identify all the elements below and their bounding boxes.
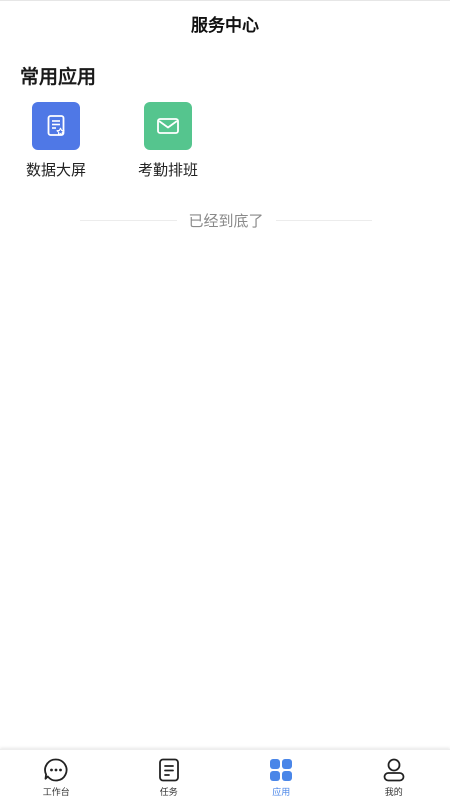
tab-label-apps: 应用 [272,788,291,798]
section-title: 常用应用 [20,66,97,88]
app-item-attendance[interactable]: 考勤排班 [118,102,218,180]
header: 服务中心 [0,0,450,46]
tab-apps[interactable]: 应用 [225,750,338,800]
tab-label-me: 我的 [384,788,403,798]
tab-me[interactable]: 我的 [338,750,450,800]
app-grid: 数据大屏 考勤排班 [0,102,450,182]
tab-workbench[interactable]: 工作台 [0,750,113,800]
tab-tasks[interactable]: 任务 [113,750,226,800]
divider-line-left [80,219,177,221]
end-of-list-divider: 已经到底了 [80,208,373,232]
data-screen-icon [32,102,80,150]
divider-line-right [275,219,373,221]
service-center-page: 服务中心 常用应用 数据大屏 考勤排班 已经到底了 工作台 任务 应用 我的 [0,0,450,800]
app-label-attendance: 考勤排班 [137,161,198,179]
app-label-data-screen: 数据大屏 [25,161,86,179]
app-grid-icon [268,757,294,783]
end-of-list-text: 已经到底了 [188,211,264,230]
page-title: 服务中心 [191,15,259,36]
mail-icon [144,102,192,150]
bottom-tab-bar: 工作台 任务 应用 我的 [0,749,450,800]
app-item-data-screen[interactable]: 数据大屏 [6,102,106,180]
tab-label-tasks: 任务 [159,788,178,798]
task-list-icon [156,757,182,783]
user-icon [381,757,407,783]
chat-bubble-icon [43,757,69,783]
tab-label-workbench: 工作台 [42,788,70,798]
